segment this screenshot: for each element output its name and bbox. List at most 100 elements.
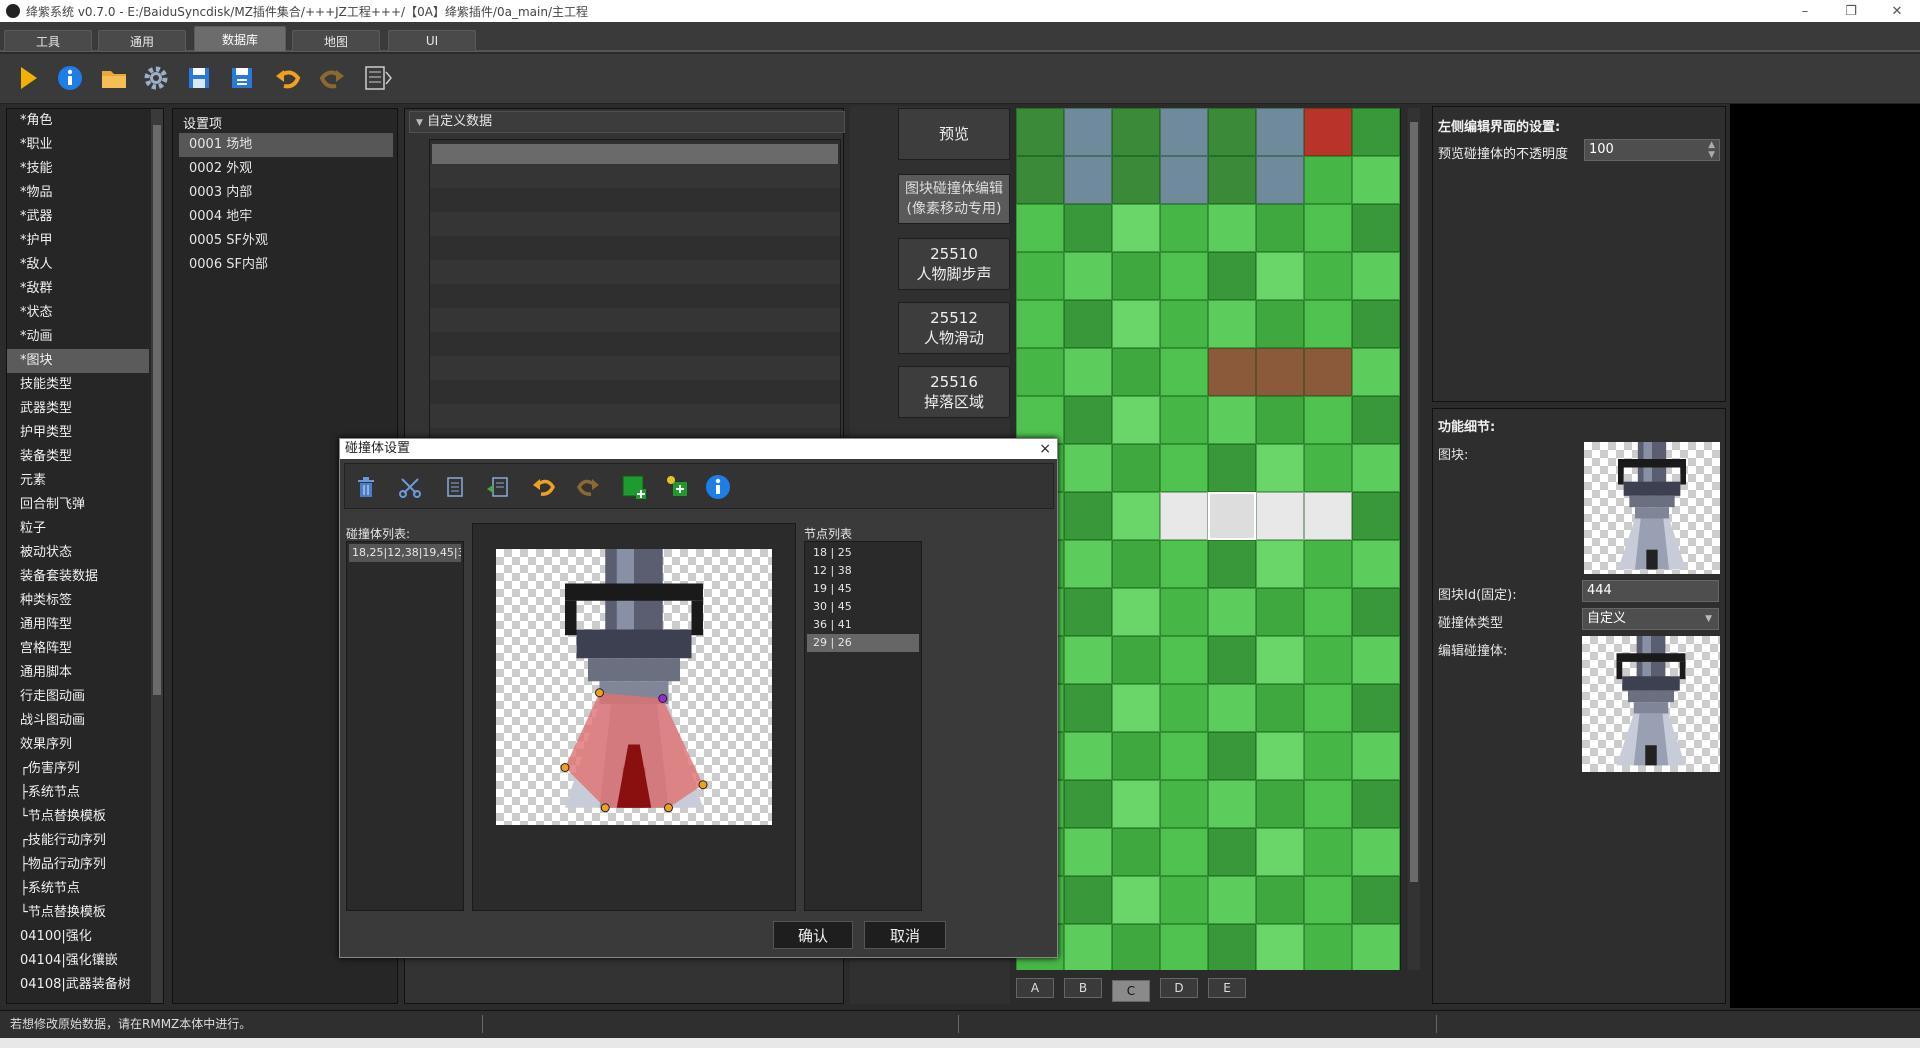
- tile-cell[interactable]: [1256, 780, 1304, 828]
- tile-cell[interactable]: [1256, 252, 1304, 300]
- collision-type-select[interactable]: 自定义 ▼: [1582, 608, 1719, 630]
- gear-icon[interactable]: [140, 62, 172, 94]
- category-item[interactable]: 武器类型: [7, 397, 149, 421]
- tile-cell[interactable]: [1352, 828, 1400, 876]
- tile-cell[interactable]: [1112, 636, 1160, 684]
- tile-cell[interactable]: [1256, 108, 1304, 156]
- tile-cell[interactable]: [1208, 828, 1256, 876]
- tile-cell[interactable]: [1064, 636, 1112, 684]
- sheet-tab-d[interactable]: D: [1160, 978, 1198, 998]
- category-item[interactable]: 04108|武器装备树: [7, 973, 149, 997]
- tile-cell[interactable]: [1112, 732, 1160, 780]
- tile-cell[interactable]: [1352, 396, 1400, 444]
- category-item[interactable]: ├系统节点: [7, 877, 149, 901]
- tile-cell[interactable]: [1112, 492, 1160, 540]
- tile-cell[interactable]: [1064, 396, 1112, 444]
- settings-item[interactable]: 0005 SF外观: [179, 229, 393, 253]
- tile-cell[interactable]: [1064, 492, 1112, 540]
- tile-cell[interactable]: [1352, 492, 1400, 540]
- dialog-redo-icon[interactable]: [570, 469, 606, 505]
- play-icon[interactable]: [12, 62, 44, 94]
- category-item[interactable]: ┌技能行动序列: [7, 829, 149, 853]
- tile-cell[interactable]: [1112, 204, 1160, 252]
- tile-cell[interactable]: [1352, 588, 1400, 636]
- tile-cell[interactable]: [1064, 204, 1112, 252]
- dialog-close-icon[interactable]: ×: [1039, 439, 1051, 459]
- category-item[interactable]: 通用脚本: [7, 661, 149, 685]
- tile-cell[interactable]: [1064, 156, 1112, 204]
- tile-cell[interactable]: [1112, 108, 1160, 156]
- category-item[interactable]: *敌人: [7, 253, 149, 277]
- footstep-sound-button[interactable]: 25510 人物脚步声: [898, 238, 1010, 290]
- tile-cell[interactable]: [1112, 444, 1160, 492]
- category-item[interactable]: *职业: [7, 133, 149, 157]
- tile-cell[interactable]: [1208, 348, 1256, 396]
- category-item[interactable]: *技能: [7, 157, 149, 181]
- tile-cell[interactable]: [1160, 732, 1208, 780]
- tile-cell[interactable]: [1352, 108, 1400, 156]
- tile-cell[interactable]: [1160, 828, 1208, 876]
- tile-cell[interactable]: [1160, 780, 1208, 828]
- tile-cell[interactable]: [1160, 396, 1208, 444]
- sheet-tab-e[interactable]: E: [1208, 978, 1246, 998]
- tile-cell[interactable]: [1208, 636, 1256, 684]
- redo-icon[interactable]: [316, 62, 348, 94]
- tile-cell[interactable]: [1256, 828, 1304, 876]
- category-item[interactable]: *敌群: [7, 277, 149, 301]
- tile-cell[interactable]: [1160, 252, 1208, 300]
- tile-cell[interactable]: [1304, 732, 1352, 780]
- tile-cell[interactable]: [1160, 636, 1208, 684]
- category-item[interactable]: 元素: [7, 469, 149, 493]
- tile-cell[interactable]: [1256, 396, 1304, 444]
- tab-ui[interactable]: UI: [388, 30, 476, 52]
- collision-edit-button[interactable]: 图块碰撞体编辑 (像素移动专用): [898, 174, 1010, 224]
- undo-icon[interactable]: [272, 62, 304, 94]
- tile-cell[interactable]: [1112, 876, 1160, 924]
- tile-cell[interactable]: [1304, 636, 1352, 684]
- tile-cell[interactable]: [1160, 876, 1208, 924]
- tile-cell[interactable]: [1160, 348, 1208, 396]
- node-list-item[interactable]: 29 | 26: [807, 634, 919, 652]
- tile-cell[interactable]: [1112, 540, 1160, 588]
- tile-cell[interactable]: [1304, 924, 1352, 970]
- category-item[interactable]: 技能类型: [7, 373, 149, 397]
- tile-cell[interactable]: [1256, 732, 1304, 780]
- category-item[interactable]: *角色: [7, 109, 149, 133]
- tile-id-field[interactable]: 444: [1582, 580, 1719, 602]
- node-list-item[interactable]: 18 | 25: [807, 544, 919, 562]
- custom-data-row[interactable]: [432, 144, 838, 164]
- settings-item[interactable]: 0002 外观: [179, 157, 393, 181]
- tile-cell[interactable]: [1352, 252, 1400, 300]
- tile-cell[interactable]: [1160, 588, 1208, 636]
- confirm-button[interactable]: 确认: [773, 921, 853, 949]
- tile-cell[interactable]: [1064, 540, 1112, 588]
- tile-cell[interactable]: [1016, 396, 1064, 444]
- selected-tile[interactable]: [1208, 492, 1256, 540]
- category-item[interactable]: *状态: [7, 301, 149, 325]
- category-item[interactable]: 效果序列: [7, 733, 149, 757]
- tile-cell[interactable]: [1304, 684, 1352, 732]
- category-item[interactable]: 护甲类型: [7, 421, 149, 445]
- tile-cell[interactable]: [1256, 492, 1304, 540]
- tile-cell[interactable]: [1112, 348, 1160, 396]
- node-list-item[interactable]: 30 | 45: [807, 598, 919, 616]
- tile-cell[interactable]: [1064, 252, 1112, 300]
- category-item[interactable]: *物品: [7, 181, 149, 205]
- paste-icon[interactable]: [480, 469, 516, 505]
- tile-cell[interactable]: [1256, 204, 1304, 252]
- tile-cell[interactable]: [1160, 156, 1208, 204]
- tile-cell[interactable]: [1352, 732, 1400, 780]
- category-item[interactable]: 战斗图动画: [7, 709, 149, 733]
- tab-tools[interactable]: 工具: [4, 30, 92, 52]
- tile-cell[interactable]: [1112, 300, 1160, 348]
- node-list-item[interactable]: 12 | 38: [807, 562, 919, 580]
- tile-cell[interactable]: [1304, 828, 1352, 876]
- tile-cell[interactable]: [1304, 780, 1352, 828]
- custom-data-header[interactable]: ▼ 自定义数据: [409, 111, 845, 133]
- copy-icon[interactable]: [436, 469, 472, 505]
- tile-cell[interactable]: [1208, 684, 1256, 732]
- cut-icon[interactable]: [392, 469, 428, 505]
- tile-cell[interactable]: [1208, 108, 1256, 156]
- category-item[interactable]: 宫格阵型: [7, 637, 149, 661]
- tile-cell[interactable]: [1256, 348, 1304, 396]
